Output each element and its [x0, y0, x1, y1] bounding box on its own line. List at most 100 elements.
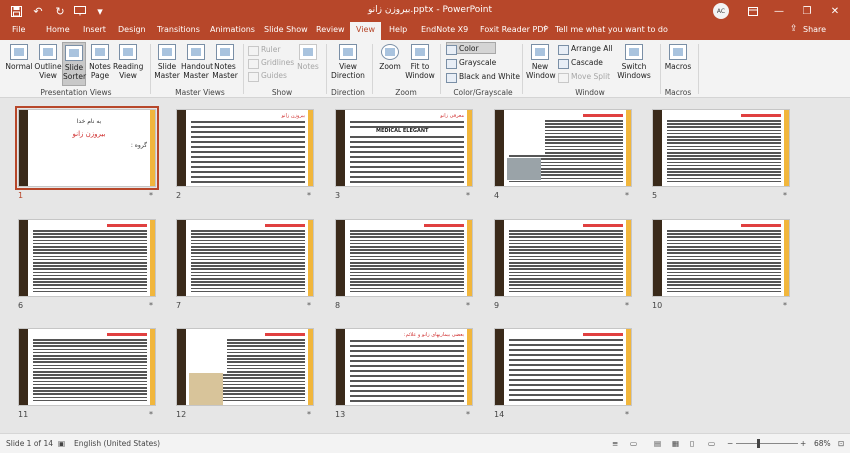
reading-view-icon[interactable]: ▯	[690, 439, 694, 448]
zoom-button[interactable]: Zoom	[376, 44, 404, 71]
slide-text-line	[667, 278, 781, 280]
slide-thumbnail[interactable]	[176, 219, 314, 297]
tab-endnote[interactable]: EndNote X9	[421, 25, 468, 34]
transition-star-icon[interactable]: *	[466, 410, 470, 419]
restore-icon[interactable]: ❐	[794, 0, 820, 22]
slide-master-button[interactable]: Slide Master	[154, 44, 180, 80]
slide-thumbnail[interactable]: بعضی بیماریهای زانو و علائم:	[335, 328, 473, 406]
fit-slide-icon[interactable]: ⊡	[838, 439, 844, 448]
zoom-in-button[interactable]: +	[800, 439, 806, 448]
tab-review[interactable]: Review	[316, 25, 345, 34]
redo-icon[interactable]: ↻	[52, 3, 68, 19]
transition-star-icon[interactable]: *	[466, 191, 470, 200]
minimize-icon[interactable]: —	[766, 0, 792, 22]
slide-thumbnail[interactable]	[18, 219, 156, 297]
cascade-button[interactable]: Cascade	[558, 58, 603, 69]
tab-animations[interactable]: Animations	[210, 25, 255, 34]
transition-star-icon[interactable]: *	[307, 191, 311, 200]
transition-star-icon[interactable]: *	[625, 191, 629, 200]
new-window-button[interactable]: New Window	[526, 44, 556, 80]
handout-master-button[interactable]: Handout Master	[181, 44, 213, 80]
tell-me-input[interactable]: Tell me what you want to do	[555, 25, 668, 34]
notes-master-button[interactable]: Notes Master	[212, 44, 238, 80]
fit-to-window-button[interactable]: Fit to Window	[405, 44, 435, 80]
customize-icon[interactable]: ▾	[92, 3, 108, 19]
zoom-level[interactable]: 68%	[814, 439, 831, 448]
slide-thumbnail[interactable]	[494, 328, 632, 406]
save-icon[interactable]	[8, 3, 24, 19]
present-icon[interactable]	[72, 3, 88, 19]
language-status[interactable]: English (United States)	[74, 439, 160, 448]
slide-thumbnail[interactable]	[652, 219, 790, 297]
slide-text-line	[33, 252, 147, 254]
notes-button[interactable]: Notes	[294, 44, 322, 71]
slide-thumbnail[interactable]	[652, 109, 790, 187]
slide-text-line	[667, 126, 781, 128]
transition-star-icon[interactable]: *	[149, 191, 153, 200]
transition-star-icon[interactable]: *	[783, 301, 787, 310]
slide-text-line	[667, 120, 781, 122]
guides-checkbox[interactable]: Guides	[248, 71, 287, 82]
slide-thumbnail[interactable]	[18, 328, 156, 406]
zoom-slider[interactable]	[736, 443, 798, 444]
tab-view[interactable]: View	[350, 22, 381, 40]
slide-right-bar	[626, 329, 631, 405]
reading-view-button[interactable]: Reading View	[113, 44, 143, 80]
slide-thumbnail[interactable]: به نام خدا بیروزن زانو گروه :	[15, 106, 159, 190]
gridlines-checkbox[interactable]: Gridlines	[248, 58, 294, 69]
transition-star-icon[interactable]: *	[625, 410, 629, 419]
slideshow-icon[interactable]: ▭	[708, 439, 715, 448]
slide-text-line	[667, 242, 781, 245]
outline-view-button[interactable]: Outline View	[34, 44, 62, 80]
transition-star-icon[interactable]: *	[149, 301, 153, 310]
tab-file[interactable]: File	[12, 25, 25, 34]
move-split-button[interactable]: Move Split	[558, 72, 610, 83]
slide-thumbnail[interactable]	[494, 109, 632, 187]
slide-text-line	[509, 268, 623, 270]
view-direction-button[interactable]: View Direction	[330, 44, 366, 80]
tab-home[interactable]: Home	[46, 25, 70, 34]
normal-view-button[interactable]: Normal	[4, 44, 34, 71]
tab-insert[interactable]: Insert	[83, 25, 106, 34]
sorter-view-icon[interactable]: ▦	[672, 439, 679, 448]
transition-star-icon[interactable]: *	[149, 410, 153, 419]
arrange-all-button[interactable]: Arrange All	[558, 44, 613, 55]
transition-star-icon[interactable]: *	[625, 301, 629, 310]
share-icon[interactable]: ⇪	[790, 24, 798, 34]
close-icon[interactable]: ✕	[822, 0, 848, 22]
switch-windows-button[interactable]: Switch Windows	[616, 44, 652, 80]
transition-star-icon[interactable]: *	[307, 301, 311, 310]
tab-foxit[interactable]: Foxit Reader PDF	[480, 25, 548, 34]
avatar[interactable]: AC	[713, 3, 729, 19]
transition-star-icon[interactable]: *	[307, 410, 311, 419]
tab-slide-show[interactable]: Slide Show	[264, 25, 308, 34]
share-button[interactable]: Share	[803, 25, 826, 34]
transition-star-icon[interactable]: *	[783, 191, 787, 200]
slide-text-line	[191, 121, 305, 123]
zoom-out-button[interactable]: −	[727, 439, 733, 448]
macros-button[interactable]: Macros	[664, 44, 692, 71]
tab-help[interactable]: Help	[389, 25, 407, 34]
slide-thumbnail[interactable]: معرفی زانو MEDICAL ELEGANT	[335, 109, 473, 187]
slide-text-line	[33, 367, 147, 370]
notes-icon[interactable]: ≡	[612, 439, 618, 448]
slide-thumbnail[interactable]: بیروزن زانو	[176, 109, 314, 187]
grayscale-button[interactable]: Grayscale	[446, 58, 496, 69]
ruler-checkbox[interactable]: Ruler	[248, 45, 280, 56]
slide-thumbnail[interactable]	[176, 328, 314, 406]
comments-icon[interactable]: ▭	[630, 439, 637, 448]
color-button[interactable]: Color	[446, 44, 479, 55]
slide-thumbnail[interactable]	[494, 219, 632, 297]
transition-star-icon[interactable]: *	[466, 301, 470, 310]
ribbon-display-icon[interactable]	[740, 0, 766, 22]
normal-view-icon[interactable]: ▤	[654, 439, 661, 448]
slide-sorter-button[interactable]: Slide Sorter	[62, 42, 86, 86]
notes-page-button[interactable]: Notes Page	[88, 44, 112, 80]
spellcheck-icon[interactable]: ▣	[58, 439, 65, 448]
slide-thumbnail[interactable]	[335, 219, 473, 297]
zoom-slider-thumb[interactable]	[757, 439, 761, 448]
tab-transitions[interactable]: Transitions	[157, 25, 200, 34]
tab-design[interactable]: Design	[118, 25, 146, 34]
black-and-white-button[interactable]: Black and White	[446, 72, 520, 83]
undo-icon[interactable]: ↶	[30, 3, 46, 19]
